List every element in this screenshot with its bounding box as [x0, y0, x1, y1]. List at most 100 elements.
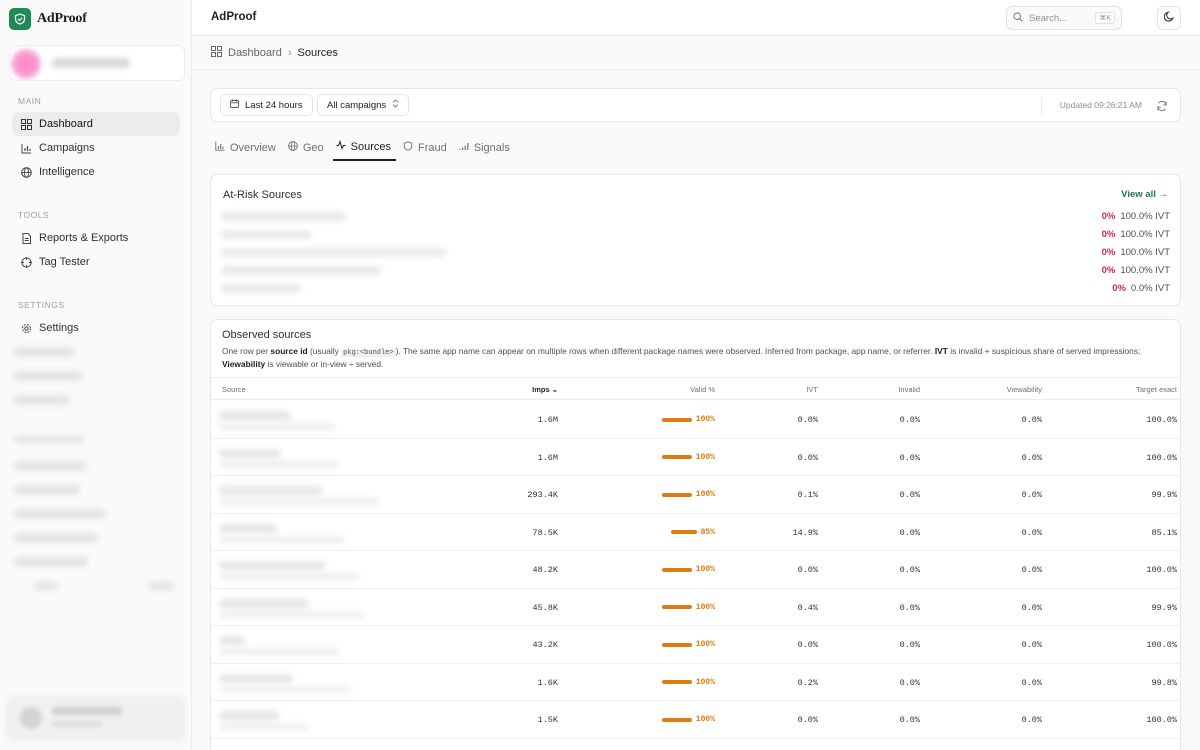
- table-row[interactable]: 78.5K 85% 14.9% 0.0% 0.0% 85.1%: [211, 514, 1180, 551]
- redacted-nav-item[interactable]: [14, 395, 70, 405]
- target-exact-cell: 99.9%: [1151, 490, 1177, 500]
- sidebar-item-tag-tester[interactable]: Tag Tester: [12, 250, 180, 274]
- brand-name: AdProof: [37, 11, 87, 26]
- table-row[interactable]: 48.2K 100% 0.0% 0.0% 0.0% 100.0%: [211, 551, 1180, 589]
- redacted-source-name: [221, 230, 311, 239]
- brand[interactable]: AdProof: [9, 8, 87, 30]
- workspace-switcher[interactable]: [9, 45, 185, 81]
- sidebar-item-label: Intelligence: [39, 166, 95, 178]
- at-risk-row[interactable]: 0% 100.0% IVT: [211, 262, 1182, 280]
- sidebar-item-settings[interactable]: Settings: [12, 316, 180, 340]
- redacted-source-id: [219, 648, 339, 655]
- app-title: AdProof: [211, 11, 257, 23]
- imps-cell: 78.5K: [532, 527, 558, 538]
- redacted-source-name: [219, 448, 281, 458]
- ivt-cell: 0.4%: [797, 602, 818, 613]
- table-row[interactable]: 293.4K 100% 0.1% 0.0% 0.0% 99.9%: [211, 476, 1180, 514]
- at-risk-row[interactable]: 0% 0.0% IVT: [211, 280, 1182, 298]
- redacted-nav-item[interactable]: [14, 509, 106, 519]
- table-row[interactable]: 43.2K 100% 0.0% 0.0% 0.0% 100.0%: [211, 626, 1180, 664]
- ivt-cell: 0.0%: [797, 565, 818, 575]
- viewability-cell: 0.0%: [1021, 565, 1042, 575]
- invalid-cell: 0.0%: [899, 677, 920, 688]
- tab-label: Signals: [473, 141, 510, 154]
- tab-label: Sources: [350, 140, 391, 153]
- redacted-source-name: [219, 636, 245, 645]
- valid-percent: 85%: [700, 527, 715, 537]
- ivt-cell: 0.0%: [797, 640, 818, 650]
- sidebar-item-label: Dashboard: [39, 118, 93, 130]
- valid-percent: 0%: [1101, 229, 1116, 240]
- valid-percent: 100%: [695, 452, 715, 462]
- valid-percent: 0%: [1101, 247, 1116, 258]
- sidebar-item-dashboard[interactable]: Dashboard: [12, 112, 180, 136]
- redacted-nav-item[interactable]: [14, 533, 98, 543]
- at-risk-row[interactable]: 0% 100.0% IVT: [211, 244, 1182, 262]
- table-row[interactable]: 1.6K 100% 0.2% 0.0% 0.0% 99.8%: [211, 664, 1180, 701]
- sidebar-item-campaigns[interactable]: Campaigns: [12, 136, 180, 160]
- tab-fraud[interactable]: Fraud: [400, 138, 452, 161]
- redacted-nav-item[interactable]: [14, 485, 80, 495]
- column-header-source[interactable]: Source: [222, 385, 246, 394]
- redacted-nav-item[interactable]: [14, 347, 74, 357]
- ivt-cell: 0.2%: [797, 677, 818, 688]
- table-row[interactable]: 45.8K 100% 0.4% 0.0% 0.0% 99.9%: [211, 589, 1180, 626]
- valid-percent: 100%: [695, 602, 715, 612]
- column-header-target-exact[interactable]: Target exact: [1136, 385, 1177, 394]
- desc-text: (usually: [307, 346, 342, 356]
- ivt-value: 100.0% IVT: [1120, 265, 1170, 276]
- at-risk-row[interactable]: 0% 100.0% IVT: [211, 226, 1182, 244]
- tab-signals[interactable]: Signals: [456, 138, 515, 161]
- at-risk-metrics: 0% 100.0% IVT: [1102, 211, 1170, 222]
- refresh-icon[interactable]: [1156, 99, 1168, 112]
- divider: [1041, 97, 1042, 115]
- column-header-valid[interactable]: Valid %: [690, 385, 715, 394]
- tab-overview[interactable]: Overview: [212, 138, 281, 161]
- valid-cell: 100%: [661, 678, 715, 687]
- table-row[interactable]: 1.5K 100% 0.0% 0.0% 0.0% 100.0%: [211, 701, 1180, 739]
- campaign-select[interactable]: All campaigns: [317, 94, 410, 116]
- grid-icon: [20, 118, 32, 130]
- column-header-invalid[interactable]: Invalid: [898, 385, 920, 394]
- at-risk-row[interactable]: 0% 100.0% IVT: [211, 208, 1182, 226]
- sidebar-item-intelligence[interactable]: Intelligence: [12, 160, 180, 184]
- redacted-nav-item[interactable]: [14, 461, 86, 471]
- sidebar-item-label: Reports & Exports: [39, 232, 129, 244]
- date-range-select[interactable]: Last 24 hours: [220, 94, 313, 116]
- shield-icon: [403, 141, 413, 154]
- column-header-ivt[interactable]: IVT: [806, 385, 818, 394]
- table-row[interactable]: 1.6M 100% 0.0% 0.0% 0.0% 100.0%: [211, 439, 1180, 476]
- column-header-imps[interactable]: Imps ⌄: [532, 385, 558, 394]
- valid-percent: 100%: [695, 415, 715, 424]
- invalid-cell: 0.0%: [899, 640, 920, 650]
- column-header-viewability[interactable]: Viewability: [1007, 385, 1042, 394]
- redacted-nav-item[interactable]: [14, 557, 88, 567]
- tab-sources[interactable]: Sources: [332, 138, 396, 161]
- breadcrumb-dashboard-link[interactable]: Dashboard: [228, 47, 282, 59]
- redacted-footnote: [34, 582, 58, 590]
- tab-label: Overview: [230, 141, 276, 154]
- redacted-nav-item[interactable]: [14, 371, 82, 381]
- invalid-cell: 0.0%: [899, 490, 920, 500]
- viewability-cell: 0.0%: [1021, 640, 1042, 650]
- invalid-cell: 0.0%: [899, 715, 920, 725]
- globe-icon: [20, 166, 32, 178]
- valid-bar: [661, 417, 692, 422]
- valid-bar: [661, 717, 692, 722]
- invalid-cell: 0.0%: [899, 602, 920, 613]
- sidebar-item-label: Settings: [39, 322, 79, 334]
- avatar: [20, 707, 42, 729]
- viewability-cell: 0.0%: [1021, 715, 1042, 725]
- at-risk-metrics: 0% 0.0% IVT: [1112, 283, 1170, 294]
- table-row[interactable]: 1.6M 100% 0.0% 0.0% 0.0% 100.0%: [211, 401, 1180, 439]
- at-risk-metrics: 0% 100.0% IVT: [1102, 265, 1170, 276]
- account-menu[interactable]: [6, 695, 186, 741]
- theme-toggle-button[interactable]: [1157, 6, 1181, 30]
- sidebar-item-reports[interactable]: Reports & Exports: [12, 226, 180, 250]
- target-exact-cell: 100.0%: [1146, 565, 1177, 575]
- search-icon: [1013, 9, 1023, 27]
- view-all-link[interactable]: View all →: [1121, 189, 1168, 200]
- search-input[interactable]: Search... ⌘K: [1006, 6, 1122, 30]
- invalid-cell: 0.0%: [899, 415, 920, 425]
- tab-geo[interactable]: Geo: [285, 138, 329, 161]
